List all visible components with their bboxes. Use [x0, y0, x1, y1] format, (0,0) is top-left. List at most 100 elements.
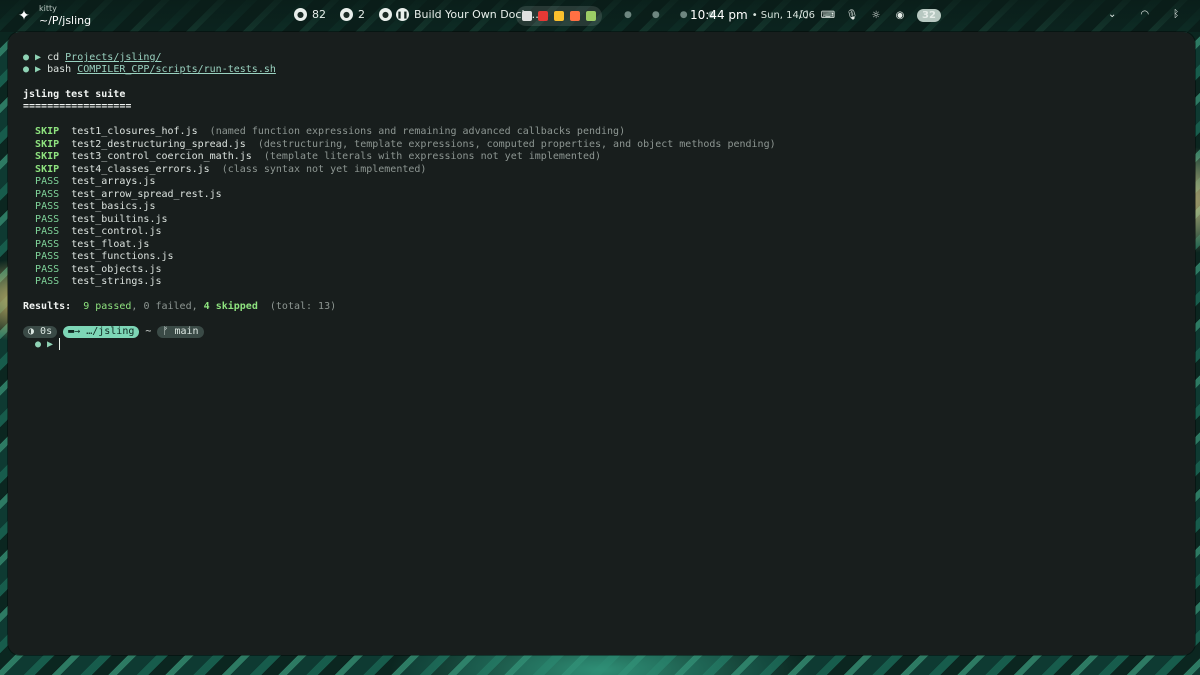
passed-count: 9 passed	[83, 301, 132, 312]
test-status: PASS	[35, 188, 60, 200]
screenshot-icon[interactable]: ⛶	[797, 10, 811, 21]
memory-ring-icon: ●	[340, 8, 353, 21]
bluetooth-icon[interactable]: ᛒ	[1173, 9, 1179, 20]
suite-rule: ==================	[23, 101, 132, 112]
test-filename: test1_closures_hof.js	[71, 126, 198, 137]
youtube-app-icon[interactable]	[538, 11, 548, 21]
test-status: PASS	[35, 176, 60, 187]
top-panel: ✦ kitty ~/P/jsling ● 82 ● 2 ● 8 ❚❚ Build…	[0, 0, 1200, 32]
launcher-sparkle-icon[interactable]: ✦	[14, 6, 34, 26]
pause-icon[interactable]: ❚❚	[396, 8, 409, 21]
test-row: SKIP test1_closures_hof.js (named functi…	[23, 126, 625, 138]
test-row: SKIP test3_control_coercion_math.js (tem…	[23, 151, 601, 163]
system-stats[interactable]: ● 82 ● 2 ● 8	[294, 8, 412, 21]
test-filename: test_functions.js	[71, 251, 174, 262]
terminal-app-icon[interactable]	[522, 11, 532, 21]
test-note: (destructuring, template expressions, co…	[257, 138, 776, 150]
clock-time: 10:44 pm	[690, 8, 748, 22]
test-status: SKIP	[35, 151, 60, 162]
test-row: SKIP test4_classes_errors.js (class synt…	[23, 164, 426, 176]
files-app-icon[interactable]	[554, 11, 564, 21]
workspace-dot-icon[interactable]: ●	[624, 10, 632, 20]
test-row: PASS test_basics.js	[23, 201, 155, 213]
test-row: PASS test_builtins.js	[23, 213, 168, 226]
test-filename: test_objects.js	[71, 263, 162, 275]
prompt-dot-icon: ●	[35, 339, 48, 350]
cmd1-prefix: cd	[47, 52, 66, 63]
command-line: ● ▶ bash COMPILER_CPP/scripts/run-tests.…	[23, 64, 276, 76]
test-status: PASS	[35, 263, 60, 275]
test-status: PASS	[35, 201, 60, 212]
test-row: PASS test_functions.js	[23, 251, 174, 263]
test-status: PASS	[35, 238, 60, 250]
brave-app-icon[interactable]	[570, 11, 580, 21]
workspace-dot-icon[interactable]: ●	[680, 10, 688, 20]
status-tray: ⛶ ⌨ 🎙 ☼ ◉ 32	[797, 9, 945, 22]
test-filename: test_float.js	[71, 238, 150, 250]
text-cursor	[59, 338, 61, 350]
input-line[interactable]: ● ▶	[35, 338, 61, 351]
test-row: PASS test_arrays.js	[23, 176, 155, 188]
workspace-dot-icon[interactable]: ●	[652, 10, 660, 20]
wifi-icon[interactable]: ◠	[1140, 9, 1149, 20]
terminal-window[interactable]: ● ▶ cd Projects/jsling/ ● ▶ bash COMPILE…	[8, 32, 1195, 655]
window-app-name: kitty	[39, 4, 57, 13]
microphone-icon[interactable]: 🎙	[845, 10, 859, 21]
command-line: ● ▶ cd Projects/jsling/	[23, 52, 161, 64]
prompt-arrow-icon: ▶	[47, 339, 60, 350]
test-filename: test3_control_coercion_math.js	[71, 151, 252, 162]
test-status: PASS	[35, 226, 60, 237]
test-status: PASS	[35, 276, 60, 287]
git-branch-chip: ᚠ main	[157, 326, 204, 338]
test-note: (class syntax not yet implemented)	[221, 163, 427, 175]
test-row: SKIP test2_destructuring_spread.js (dest…	[23, 139, 776, 151]
cpu-value: 82	[312, 8, 326, 21]
test-row: PASS test_objects.js	[23, 263, 162, 276]
brightness-icon[interactable]: ☼	[869, 10, 883, 21]
prompt-dot-icon: ●	[23, 64, 36, 75]
test-filename: test_basics.js	[71, 201, 156, 212]
test-row: PASS test_strings.js	[23, 276, 161, 288]
suite-title: jsling test suite	[23, 89, 126, 100]
app-tray	[516, 6, 602, 26]
duration-chip: ◑ 0s	[23, 326, 58, 338]
branch-value: main	[174, 326, 199, 337]
total-count: (total: 13)	[269, 301, 337, 312]
home-tilde: ~	[145, 326, 152, 337]
store-app-icon[interactable]	[586, 11, 596, 21]
cmd2-path[interactable]: COMPILER_CPP/scripts/run-tests.sh	[77, 64, 276, 75]
directory-value: → …/jsling	[74, 326, 135, 337]
test-filename: test_builtins.js	[71, 213, 168, 225]
cmd1-path[interactable]: Projects/jsling/	[65, 52, 161, 63]
notifications-badge[interactable]: 32	[917, 9, 941, 22]
memory-value: 2	[358, 8, 365, 21]
cmd2-prefix: bash	[47, 64, 78, 75]
test-note: (template literals with expressions not …	[263, 151, 602, 162]
test-status: PASS	[35, 213, 60, 225]
system-indicators: ⌄ ◠ ᛒ	[1108, 9, 1179, 20]
test-status: SKIP	[35, 126, 60, 137]
keyboard-icon[interactable]: ⌨	[821, 10, 835, 21]
prompt-arrow-icon: ▶	[35, 64, 48, 75]
temperature-ring-icon: ●	[379, 8, 392, 21]
test-filename: test_arrow_spread_rest.js	[71, 188, 222, 200]
directory-chip: ▬→ …/jsling	[63, 326, 140, 338]
window-path: ~/P/jsling	[39, 14, 92, 27]
prompt-line: ◑ 0s ▬→ …/jsling ~ ᚠ main	[23, 326, 204, 338]
power-profile-icon[interactable]: ◉	[893, 10, 907, 21]
duration-value: 0s	[40, 326, 53, 337]
test-row: PASS test_arrow_spread_rest.js	[23, 189, 222, 201]
test-filename: test2_destructuring_spread.js	[71, 138, 246, 150]
test-filename: test4_classes_errors.js	[71, 163, 210, 175]
memory-stat[interactable]: ● 2	[340, 8, 365, 21]
test-status: SKIP	[35, 138, 60, 150]
prompt-dot-icon: ●	[23, 52, 36, 63]
failed-count: 0 failed	[143, 301, 192, 312]
chevron-down-icon[interactable]: ⌄	[1108, 9, 1116, 20]
test-status: PASS	[35, 251, 60, 262]
test-status: SKIP	[35, 163, 60, 175]
cpu-stat[interactable]: ● 82	[294, 8, 326, 21]
results-summary: Results: 9 passed, 0 failed, 4 skipped (…	[23, 301, 337, 312]
test-filename: test_arrays.js	[71, 176, 156, 187]
test-row: PASS test_float.js	[23, 239, 149, 251]
